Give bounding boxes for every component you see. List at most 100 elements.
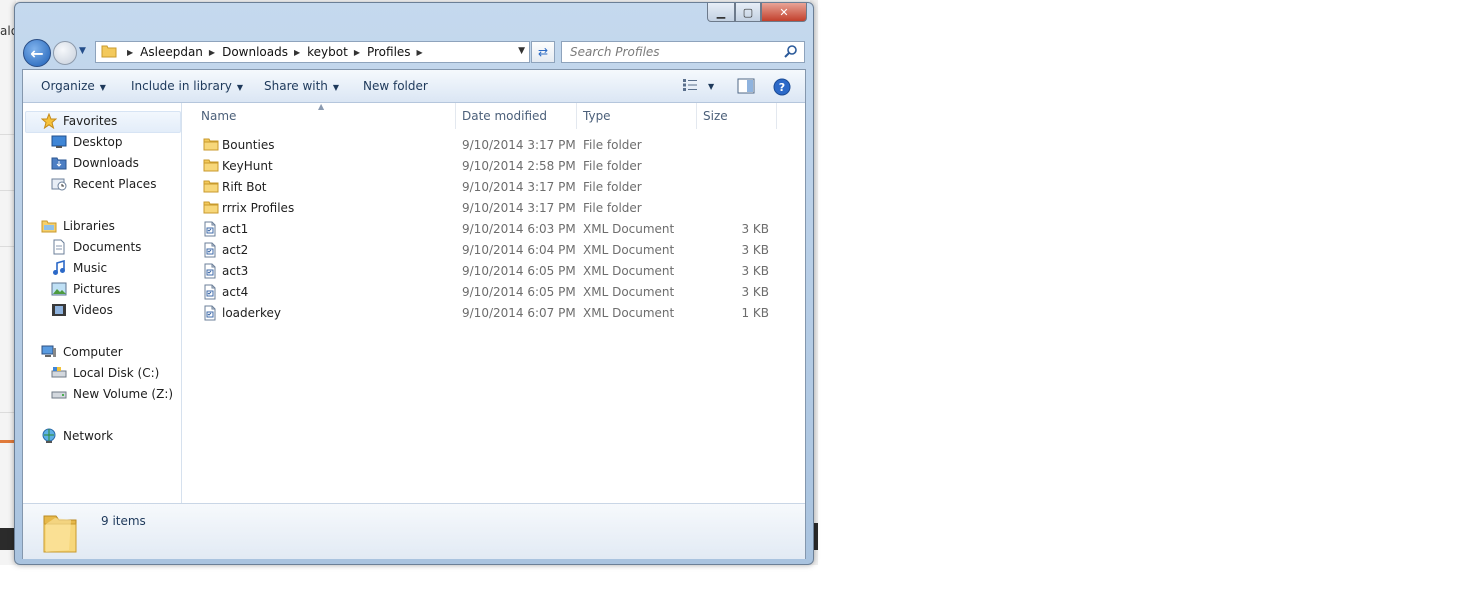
- nav-item-label: Pictures: [73, 282, 121, 296]
- file-date-modified: 9/10/2014 3:17 PM: [462, 138, 576, 152]
- close-button[interactable]: ✕: [761, 3, 807, 22]
- breadcrumb-item[interactable]: Downloads: [222, 45, 288, 59]
- file-type: File folder: [583, 159, 642, 173]
- column-header-size-label: Size: [703, 109, 728, 123]
- file-row[interactable]: rrrix Profiles 9/10/2014 3:17 PM File fold…: [182, 198, 792, 219]
- nav-item-label: Local Disk (C:): [73, 366, 160, 380]
- arrow-left-icon: ←: [30, 43, 44, 63]
- dropdown-arrow-icon: ▼: [332, 83, 340, 92]
- file-row[interactable]: Bounties 9/10/2014 3:17 PM File folder: [182, 135, 792, 156]
- nav-network-label: Network: [63, 429, 114, 443]
- file-row[interactable]: act4 9/10/2014 6:05 PM XML Document 3 KB: [182, 282, 792, 303]
- file-name: KeyHunt: [222, 159, 273, 173]
- column-header-name[interactable]: Name: [195, 103, 456, 129]
- folder-icon: [203, 158, 219, 175]
- desktop-icon: [51, 134, 67, 150]
- recent-pages-dropdown[interactable]: ▼: [79, 46, 86, 56]
- svg-text:?: ?: [779, 81, 785, 94]
- nav-item-local-disk[interactable]: Local Disk (C:): [51, 365, 159, 381]
- nav-favorites-label: Favorites: [63, 114, 118, 128]
- file-size: 3 KB: [741, 222, 769, 236]
- forward-button[interactable]: [53, 41, 77, 65]
- nav-item-new-volume[interactable]: New Volume (Z:): [51, 386, 173, 402]
- column-header-date-modified[interactable]: Date modified: [456, 103, 577, 129]
- nav-libraries[interactable]: Libraries: [41, 218, 115, 234]
- share-with-button[interactable]: Share with ▼: [264, 79, 339, 93]
- chevron-right-icon[interactable]: ▶: [417, 48, 423, 57]
- file-name: act3: [222, 264, 249, 278]
- file-row[interactable]: KeyHunt 9/10/2014 2:58 PM File folder: [182, 156, 792, 177]
- include-in-library-button[interactable]: Include in library ▼: [131, 79, 243, 93]
- refresh-button[interactable]: ⇄: [531, 41, 555, 63]
- preview-pane-button[interactable]: [737, 78, 755, 97]
- folder-icon: [101, 44, 117, 61]
- chevron-right-icon[interactable]: ▶: [354, 48, 360, 57]
- command-bar: Organize ▼ Include in library ▼ Share with…: [23, 70, 805, 103]
- breadcrumb-item[interactable]: keybot: [307, 45, 348, 59]
- file-type: XML Document: [583, 264, 675, 278]
- column-header-type-label: Type: [583, 109, 611, 123]
- column-header-date-label: Date modified: [462, 109, 548, 123]
- xml-file-icon: [203, 263, 217, 282]
- file-row[interactable]: act3 9/10/2014 6:05 PM XML Document 3 KB: [182, 261, 792, 282]
- column-header-type[interactable]: Type: [577, 103, 697, 129]
- chevron-right-icon[interactable]: ▶: [209, 48, 215, 57]
- help-button[interactable]: ?: [773, 78, 791, 99]
- file-date-modified: 9/10/2014 2:58 PM: [462, 159, 576, 173]
- details-pane: 9 items: [23, 503, 805, 559]
- nav-item-pictures[interactable]: Pictures: [51, 281, 121, 297]
- star-icon: [41, 113, 57, 129]
- nav-network[interactable]: Network: [41, 428, 113, 444]
- nav-computer-label: Computer: [63, 345, 123, 359]
- folder-icon: [203, 179, 219, 196]
- file-row[interactable]: Rift Bot 9/10/2014 3:17 PM File folder: [182, 177, 792, 198]
- breadcrumb-item[interactable]: Profiles: [367, 45, 411, 59]
- file-date-modified: 9/10/2014 6:07 PM: [462, 306, 576, 320]
- view-dropdown-arrow-icon[interactable]: ▼: [708, 82, 714, 91]
- file-list: ▲ Name Date modified Type Size Bounties 9…: [182, 102, 805, 503]
- nav-favorites[interactable]: Favorites: [41, 113, 117, 129]
- back-button[interactable]: ←: [23, 39, 51, 67]
- search-box[interactable]: [561, 41, 805, 63]
- folder-icon: [41, 510, 79, 557]
- view-options-button[interactable]: [682, 78, 698, 95]
- file-row[interactable]: loaderkey 9/10/2014 6:07 PM XML Document 1 …: [182, 303, 792, 324]
- address-bar[interactable]: ▶ Asleepdan ▶ Downloads ▶ keybot ▶ Profi…: [95, 41, 530, 63]
- xml-file-icon: [203, 242, 217, 261]
- breadcrumb-item[interactable]: Asleepdan: [140, 45, 203, 59]
- file-size: 1 KB: [741, 306, 769, 320]
- file-type: XML Document: [583, 222, 675, 236]
- file-date-modified: 9/10/2014 6:03 PM: [462, 222, 576, 236]
- maximize-button[interactable]: ▢: [735, 3, 761, 22]
- nav-libraries-label: Libraries: [63, 219, 115, 233]
- include-in-library-label: Include in library: [131, 79, 232, 93]
- file-size: 3 KB: [741, 285, 769, 299]
- chevron-right-icon[interactable]: ▶: [294, 48, 300, 57]
- recent-places-icon: [51, 176, 67, 192]
- nav-item-documents[interactable]: Documents: [51, 239, 141, 255]
- organize-button[interactable]: Organize ▼: [41, 79, 106, 93]
- nav-item-recent-places[interactable]: Recent Places: [51, 176, 156, 192]
- file-row[interactable]: act2 9/10/2014 6:04 PM XML Document 3 KB: [182, 240, 792, 261]
- nav-item-videos[interactable]: Videos: [51, 302, 113, 318]
- address-history-dropdown[interactable]: ▼: [518, 46, 525, 56]
- column-header-size[interactable]: Size: [697, 103, 777, 129]
- file-name: loaderkey: [222, 306, 281, 320]
- file-date-modified: 9/10/2014 3:17 PM: [462, 180, 576, 194]
- new-folder-button[interactable]: New folder: [363, 79, 428, 93]
- file-name: act1: [222, 222, 249, 236]
- libraries-icon: [41, 218, 57, 234]
- nav-item-desktop[interactable]: Desktop: [51, 134, 123, 150]
- nav-item-music[interactable]: Music: [51, 260, 107, 276]
- search-icon[interactable]: [784, 44, 798, 61]
- minimize-button[interactable]: ▁: [707, 3, 735, 22]
- file-row[interactable]: act1 9/10/2014 6:03 PM XML Document 3 KB: [182, 219, 792, 240]
- file-name: act4: [222, 285, 249, 299]
- nav-computer[interactable]: Computer: [41, 344, 123, 360]
- nav-item-downloads[interactable]: Downloads: [51, 155, 139, 171]
- breadcrumb: ▶ Asleepdan ▶ Downloads ▶ keybot ▶ Profi…: [121, 45, 430, 59]
- folder-icon: [203, 200, 219, 217]
- file-date-modified: 9/10/2014 6:05 PM: [462, 264, 576, 278]
- network-icon: [41, 428, 57, 444]
- search-input[interactable]: [568, 44, 782, 60]
